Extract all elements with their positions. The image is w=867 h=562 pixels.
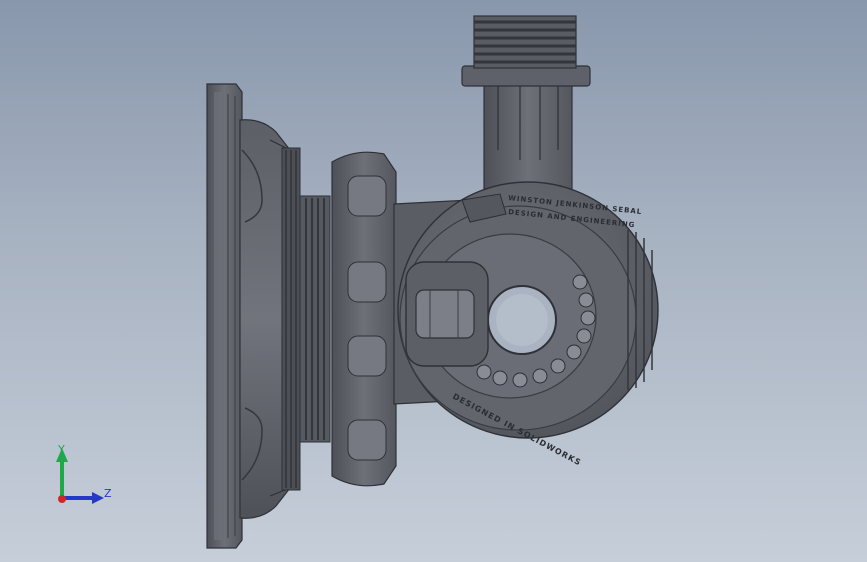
threaded-ring <box>281 147 331 491</box>
y-axis-label: Y <box>57 443 65 456</box>
outlet-pipe <box>461 15 591 197</box>
coordinate-triad: Y Z <box>56 443 112 504</box>
z-axis-head <box>92 492 104 504</box>
knurled-nut <box>331 151 397 487</box>
z-axis-label: Z <box>104 487 112 500</box>
mounting-flange <box>206 83 243 549</box>
3d-model-view[interactable]: WINSTON JENKINSON SEBAL DESIGN AND ENGIN… <box>0 0 867 562</box>
graphics-viewport[interactable]: WINSTON JENKINSON SEBAL DESIGN AND ENGIN… <box>0 0 867 562</box>
x-axis-dot <box>58 495 66 503</box>
valve-lever <box>405 261 489 367</box>
